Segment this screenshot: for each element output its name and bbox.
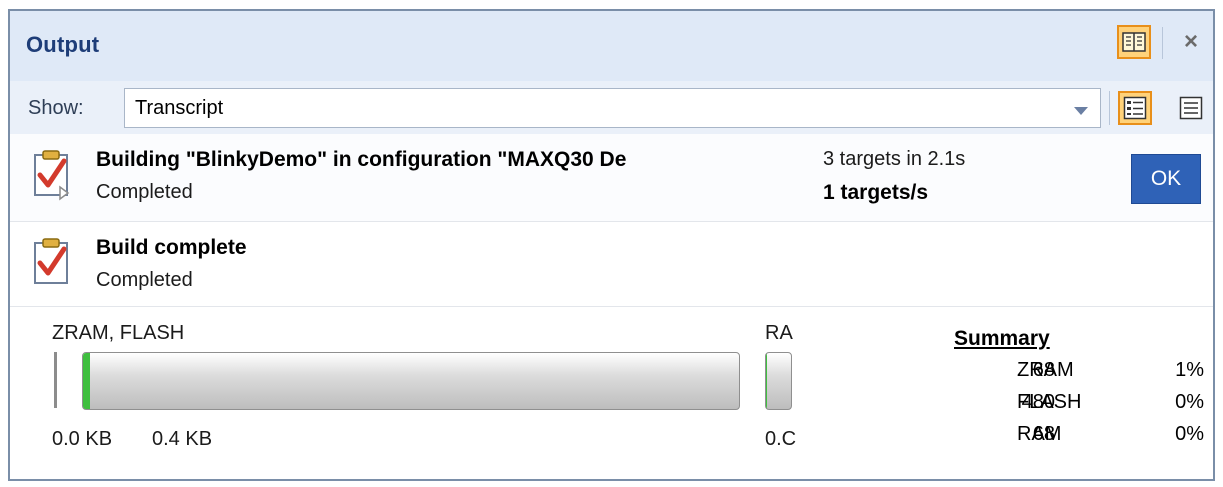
summary-row: 68 ZRAM 1% — [945, 359, 1210, 386]
clipboard-check-icon — [34, 150, 70, 201]
help-book-icon — [1122, 32, 1146, 52]
title-bar: Output × — [10, 11, 1213, 81]
show-toolbar: Show: Transcript — [10, 81, 1213, 134]
clipboard-check-icon — [34, 238, 68, 284]
task-status: Completed — [96, 269, 193, 291]
summary-name: FLASH — [1017, 391, 1082, 413]
task-stat-targets: 3 targets in 2.1s — [823, 148, 966, 170]
details-view-button[interactable] — [1118, 91, 1152, 125]
list-view-icon — [1179, 96, 1203, 120]
show-label: Show: — [28, 97, 84, 119]
task-title: Building "BlinkyDemo" in configuration "… — [96, 148, 627, 171]
divider — [1109, 91, 1110, 125]
ram-chart-label: RA — [765, 322, 793, 344]
summary-percent: 1% — [1175, 359, 1204, 381]
help-button[interactable] — [1117, 25, 1151, 59]
axis-tick: 0.C — [765, 428, 797, 450]
close-icon: × — [1183, 28, 1198, 55]
summary-title: Summary — [954, 327, 1050, 350]
summary-percent: 0% — [1175, 391, 1204, 413]
summary-row: 480 FLASH 0% — [945, 391, 1210, 418]
axis-tick: 0.0 KB — [52, 428, 113, 450]
show-dropdown-value: Transcript — [135, 97, 224, 119]
flash-memory-bar — [82, 352, 740, 410]
summary-row: 68 RAM 0% — [945, 423, 1210, 450]
panel-title: Output — [26, 32, 100, 57]
chevron-down-icon[interactable] — [1074, 107, 1088, 115]
close-button[interactable]: × — [1174, 25, 1208, 59]
divider — [1162, 27, 1163, 59]
list-view-button[interactable] — [1174, 91, 1208, 125]
task-title: Build complete — [96, 236, 247, 259]
task-row[interactable]: Building "BlinkyDemo" in configuration "… — [10, 134, 1213, 222]
bar-fill — [83, 353, 90, 409]
output-panel: Output × Show: Transcript Building "Blin… — [8, 9, 1215, 481]
ram-memory-bar — [765, 352, 792, 410]
summary-name: RAM — [1017, 423, 1062, 445]
summary-percent: 0% — [1175, 423, 1204, 445]
ok-button[interactable]: OK — [1131, 154, 1201, 204]
memory-usage-section: ZRAM, FLASH 0.0 KB 0.4 KB RA 0.C Summary… — [10, 307, 1213, 479]
task-row[interactable]: Build complete Completed — [10, 222, 1213, 307]
memory-bar-marker — [54, 352, 57, 408]
show-dropdown[interactable]: Transcript — [124, 88, 1101, 128]
axis-tick: 0.4 KB — [152, 428, 213, 450]
task-status: Completed — [96, 181, 193, 203]
details-view-icon — [1123, 96, 1147, 120]
summary-name: ZRAM — [1017, 359, 1074, 381]
task-stat-rate: 1 targets/s — [823, 181, 929, 204]
memory-chart-label: ZRAM, FLASH — [52, 322, 185, 344]
